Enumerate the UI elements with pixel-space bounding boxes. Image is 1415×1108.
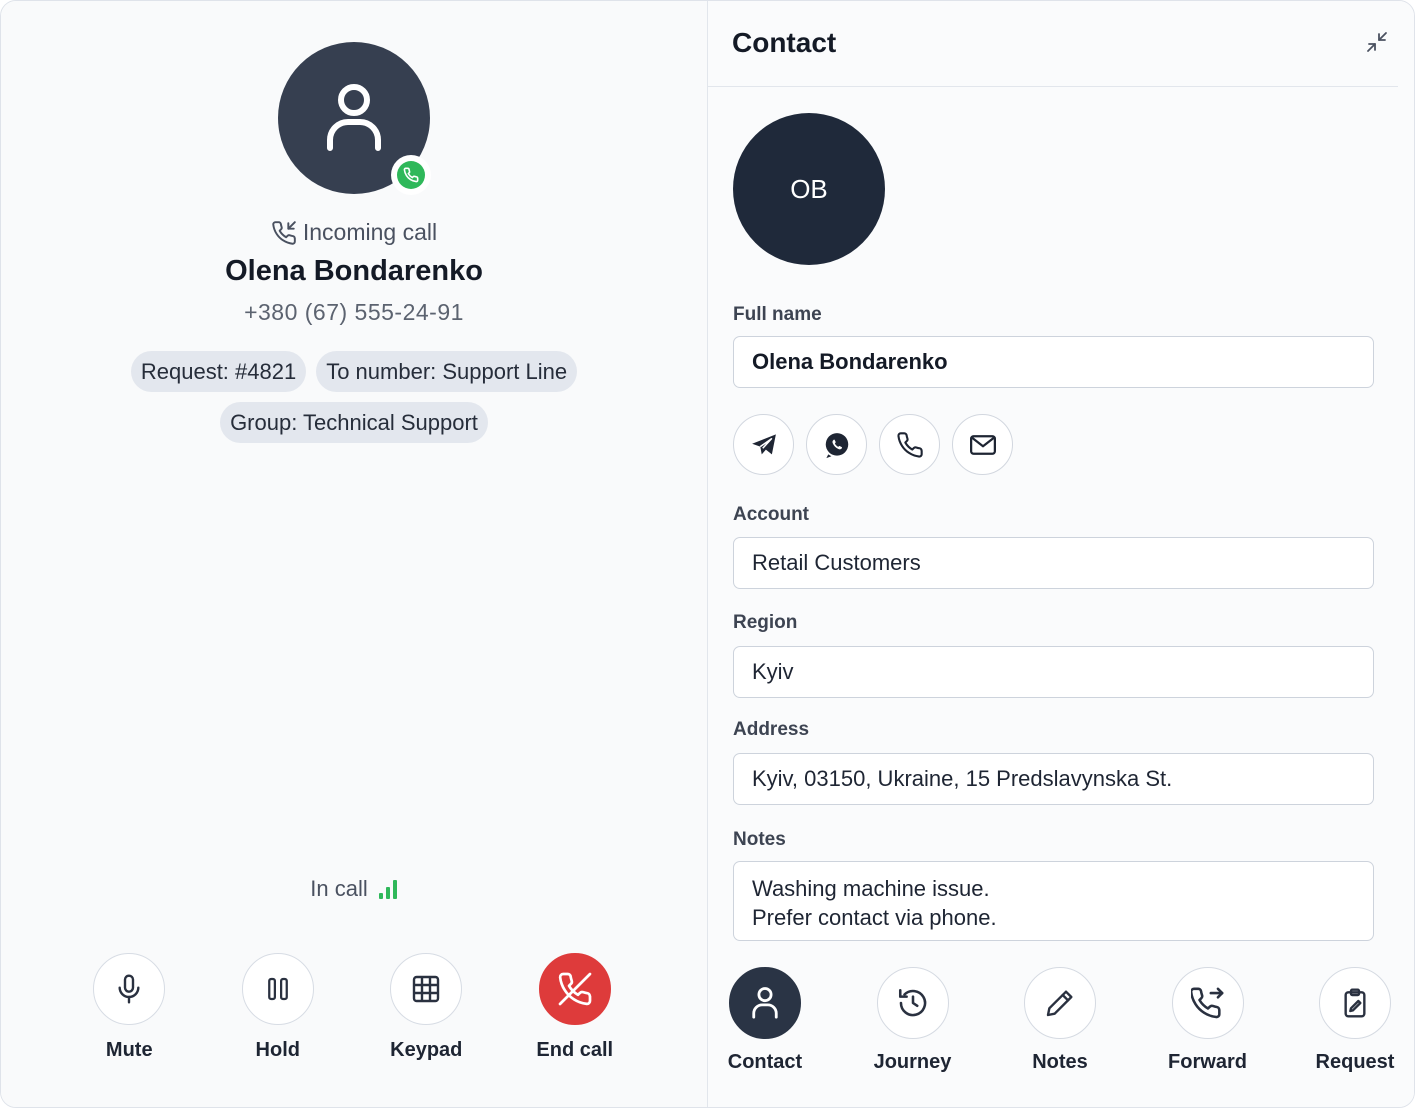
nav-request-label: Request (1315, 1051, 1395, 1073)
hold-control: Hold (204, 953, 353, 1062)
contact-avatar: OB (733, 113, 885, 265)
in-call-text: In call (310, 876, 368, 901)
contact-header: Contact (708, 1, 1398, 87)
group-chip: Group: Technical Support (220, 402, 488, 443)
nav-forward[interactable]: Forward (1163, 967, 1253, 1074)
full-name-field[interactable]: Olena Bondarenko (733, 336, 1374, 388)
email-button[interactable] (952, 414, 1013, 475)
telegram-button[interactable] (733, 414, 794, 475)
phone-hangup-icon (558, 972, 592, 1006)
address-field[interactable]: Kyiv, 03150, Ukraine, 15 Predslavynska S… (733, 753, 1374, 805)
region-label: Region (733, 612, 798, 633)
collapse-button[interactable] (1362, 27, 1392, 57)
keypad-label: Keypad (390, 1039, 463, 1061)
whatsapp-icon (825, 432, 848, 458)
person-icon (752, 987, 778, 1019)
nav-notes[interactable]: Notes (1015, 967, 1105, 1074)
phone-button[interactable] (879, 414, 940, 475)
signal-icon (378, 880, 397, 899)
mute-control: Mute (55, 953, 204, 1062)
end-call-control: End call (501, 953, 650, 1062)
notes-line: Washing machine issue. (752, 876, 990, 901)
call-type-badge (391, 155, 431, 195)
end-call-label: End call (536, 1039, 614, 1061)
whatsapp-button[interactable] (806, 414, 867, 475)
end-call-button[interactable] (538, 953, 611, 1025)
address-label: Address (733, 719, 810, 740)
notes-label: Notes (733, 829, 786, 850)
nav-journey[interactable]: Journey (868, 967, 958, 1074)
hold-label: Hold (255, 1039, 300, 1061)
app-frame: Incoming call Olena Bondarenko +380 (67)… (0, 0, 1415, 1108)
minimize-icon (1367, 32, 1387, 52)
nav-request[interactable]: Request (1310, 967, 1400, 1074)
telegram-icon (751, 433, 776, 454)
call-info-chips: Request: #4821 To number: Support Line G… (61, 351, 647, 443)
phone-icon (403, 167, 419, 183)
in-call-indicator: In call (1, 876, 707, 902)
caller-name: Olena Bondarenko (225, 255, 483, 287)
mute-label: Mute (105, 1039, 153, 1061)
history-icon (898, 988, 926, 1017)
region-field[interactable]: Kyiv (733, 646, 1374, 698)
contact-panel: Contact OB Full name Olena Bondarenko Ac… (707, 1, 1414, 1107)
nav-notes-label: Notes (1032, 1051, 1088, 1073)
call-status: Incoming call (1, 219, 707, 246)
mail-icon (969, 434, 996, 455)
account-field[interactable]: Retail Customers (733, 537, 1374, 589)
phone-forward-icon (1190, 987, 1223, 1019)
keypad-button[interactable] (390, 953, 463, 1025)
call-panel: Incoming call Olena Bondarenko +380 (67)… (1, 1, 707, 1107)
account-label: Account (733, 504, 809, 525)
nav-journey-label: Journey (873, 1051, 952, 1073)
nav-forward-button[interactable] (1171, 967, 1244, 1039)
to-number-chip: To number: Support Line (316, 351, 578, 392)
hold-button[interactable] (241, 953, 314, 1025)
nav-request-button[interactable] (1319, 967, 1391, 1039)
notes-line: Prefer contact via phone. (752, 905, 997, 930)
nav-journey-button[interactable] (876, 967, 949, 1039)
clipboard-icon (1344, 988, 1366, 1018)
panel-title: Contact (732, 27, 837, 58)
keypad-control: Keypad (352, 953, 501, 1062)
contact-channels (733, 414, 1013, 475)
nav-contact-button[interactable] (729, 967, 801, 1039)
nav-contact-label: Contact (727, 1051, 803, 1073)
request-chip: Request: #4821 (130, 351, 307, 392)
phone-icon (896, 431, 923, 458)
pencil-icon (1046, 990, 1073, 1017)
notes-field[interactable]: Washing machine issue. Prefer contact vi… (733, 861, 1374, 941)
person-icon (327, 84, 381, 151)
keypad-icon (413, 975, 440, 1003)
nav-forward-label: Forward (1168, 1051, 1247, 1073)
microphone-icon (118, 974, 140, 1004)
incoming-call-icon (272, 220, 296, 245)
pause-icon (267, 977, 288, 1001)
call-status-text: Incoming call (302, 219, 438, 245)
nav-contact[interactable]: Contact (720, 967, 810, 1074)
full-name-label: Full name (733, 304, 822, 325)
caller-phone: +380 (67) 555-24-91 (244, 299, 464, 325)
mute-button[interactable] (93, 953, 166, 1025)
contact-bottom-nav: Contact Journey Notes Forward Request (720, 967, 1400, 1074)
call-controls: Mute Hold Keypad End call (55, 953, 649, 1062)
nav-notes-button[interactable] (1024, 967, 1096, 1039)
